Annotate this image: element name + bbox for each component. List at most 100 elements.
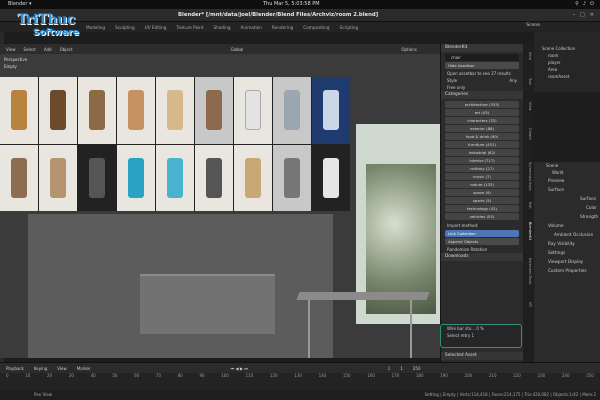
asset-thumb[interactable] xyxy=(117,144,155,211)
asset-thumb[interactable] xyxy=(0,77,38,144)
asset-thumb[interactable] xyxy=(273,144,311,211)
asset-thumb[interactable] xyxy=(312,77,350,144)
view-menu-timeline[interactable]: View xyxy=(55,366,69,371)
system-tray[interactable]: ⚲ ♪ ⏻ xyxy=(575,0,594,9)
asset-thumb[interactable] xyxy=(78,77,116,144)
world-field[interactable]: World xyxy=(534,169,600,176)
category-button[interactable]: food & drink (90) xyxy=(445,133,519,140)
outliner-title[interactable]: Scene Collection xyxy=(534,45,600,52)
category-button[interactable]: art (43) xyxy=(445,109,519,116)
orientation-dropdown[interactable]: Global xyxy=(229,47,246,52)
asset-thumb[interactable] xyxy=(39,144,77,211)
category-button[interactable]: industrial (62) xyxy=(445,149,519,156)
outliner-item[interactable]: room xyxy=(534,52,600,59)
free-only-checkbox[interactable]: Free only xyxy=(441,84,523,91)
category-button[interactable]: nature (133) xyxy=(445,181,519,188)
tab-rendering[interactable]: Rendering xyxy=(270,24,295,31)
tab-item[interactable]: Item xyxy=(524,52,532,60)
category-button[interactable]: vehicles (55) xyxy=(445,213,519,220)
current-frame[interactable]: 1 xyxy=(386,366,393,371)
maximize-icon[interactable]: □ xyxy=(580,12,585,18)
view-menu[interactable]: View xyxy=(4,47,18,52)
category-button[interactable]: sports (5) xyxy=(445,197,519,204)
power-icon[interactable]: ⏻ xyxy=(590,0,594,9)
asset-thumb[interactable] xyxy=(234,77,272,144)
tab-mt[interactable]: MT xyxy=(524,302,532,307)
timeline-ruler[interactable]: 0 10 20 30 40 50 60 70 80 90 100 110 120 130 140 150 160… xyxy=(0,373,600,381)
category-button[interactable]: military (27) xyxy=(445,165,519,172)
tab-animation[interactable]: Animation xyxy=(239,24,264,31)
tab-shading[interactable]: Shading xyxy=(212,24,233,31)
asset-thumb[interactable] xyxy=(156,144,194,211)
append-objects-option[interactable]: Append Objects xyxy=(445,238,519,245)
tab-uv-editing[interactable]: UV Editing xyxy=(143,24,169,31)
ambient-occlusion-panel[interactable]: Ambient Occlusion xyxy=(534,230,600,239)
selected-asset-header[interactable]: Selected Asset xyxy=(441,352,523,360)
select-menu[interactable]: Select xyxy=(22,47,38,52)
asset-thumb[interactable] xyxy=(39,77,77,144)
volume-icon[interactable]: ♪ xyxy=(583,0,586,9)
volume-panel[interactable]: Volume xyxy=(534,221,600,230)
object-menu[interactable]: Object xyxy=(58,47,75,52)
end-frame[interactable]: 250 xyxy=(411,366,423,371)
start-frame[interactable]: 1 xyxy=(398,366,405,371)
category-button[interactable]: exterior (88) xyxy=(445,125,519,132)
category-button[interactable]: technology (42) xyxy=(445,205,519,212)
close-icon[interactable]: ✕ xyxy=(590,12,594,18)
custom-properties-panel[interactable]: Custom Properties xyxy=(534,266,600,275)
settings-panel[interactable]: Settings xyxy=(534,248,600,257)
asset-thumb[interactable] xyxy=(312,144,350,211)
minimize-icon[interactable]: – xyxy=(573,12,576,18)
viewport-display-panel[interactable]: Viewport Display xyxy=(534,257,600,266)
category-button[interactable]: music (7) xyxy=(445,173,519,180)
clock[interactable]: Thu Mar 5, 5:03:58 PM xyxy=(263,0,320,9)
search-input[interactable]: chair xyxy=(445,54,519,61)
asset-thumb[interactable] xyxy=(195,144,233,211)
surface-panel[interactable]: Surface xyxy=(534,185,600,194)
download-item[interactable]: Wire bar sto... 0 % Select retry 1 xyxy=(440,324,522,348)
addon-title[interactable]: BlenderKit xyxy=(441,44,523,52)
tab-edit[interactable]: Edit xyxy=(524,202,532,209)
category-button[interactable]: interior (717) xyxy=(445,157,519,164)
scene-field[interactable]: Scene xyxy=(534,162,600,169)
category-button[interactable]: characters (32) xyxy=(445,117,519,124)
scene-selector[interactable]: Scene xyxy=(526,23,540,28)
marker-menu[interactable]: Marker xyxy=(75,366,93,371)
outliner-item[interactable]: Area xyxy=(534,66,600,73)
asset-thumb[interactable] xyxy=(234,144,272,211)
tab-compositing[interactable]: Compositing xyxy=(301,24,331,31)
activities-button[interactable]: Blender ▾ xyxy=(8,0,31,9)
tab-tool[interactable]: Tool xyxy=(524,78,532,85)
download-retry[interactable]: Select retry 1 xyxy=(441,332,521,339)
asset-thumb[interactable] xyxy=(78,144,116,211)
downloads-header[interactable]: Downloads xyxy=(441,253,523,261)
add-menu[interactable]: Add xyxy=(42,47,54,52)
playback-menu[interactable]: Playback xyxy=(4,366,26,371)
tab-screencast-keys[interactable]: Screencast Keys xyxy=(524,162,532,191)
tab-create[interactable]: Create xyxy=(524,128,532,140)
play-controls[interactable]: ⏮ ◀ ▶ ⏭ xyxy=(229,366,250,371)
asset-thumb[interactable] xyxy=(273,77,311,144)
category-button[interactable]: architecture (333) xyxy=(445,101,519,108)
asset-thumb[interactable] xyxy=(0,144,38,211)
3d-viewport[interactable]: Perspective Empty xyxy=(0,54,440,358)
preview-panel[interactable]: Preview xyxy=(534,176,600,185)
tab-texture-paint[interactable]: Texture Paint xyxy=(174,24,205,31)
asset-thumb[interactable] xyxy=(117,77,155,144)
tab-scripting[interactable]: Scripting xyxy=(338,24,361,31)
options-dropdown[interactable]: Options xyxy=(399,47,418,52)
ray-visibility-panel[interactable]: Ray Visibility xyxy=(534,239,600,248)
tab-extended-tools[interactable]: Extended Tools xyxy=(524,258,532,284)
hide-assetbar-button[interactable]: Hide Assetbar xyxy=(445,62,519,69)
category-button[interactable]: space (9) xyxy=(445,189,519,196)
style-dropdown[interactable]: Any xyxy=(509,77,517,84)
network-icon[interactable]: ⚲ xyxy=(575,0,579,9)
asset-thumb[interactable] xyxy=(156,77,194,144)
category-button[interactable]: furniture (451) xyxy=(445,141,519,148)
asset-thumb[interactable] xyxy=(195,77,233,144)
outliner-item[interactable]: roomAsset xyxy=(534,73,600,80)
tab-blenderkit[interactable]: BlenderKit xyxy=(524,222,532,240)
randomize-rotation-checkbox[interactable]: Randomize Rotation xyxy=(441,246,523,253)
tab-sculpting[interactable]: Sculpting xyxy=(113,24,137,31)
outliner-item[interactable]: player xyxy=(534,59,600,66)
